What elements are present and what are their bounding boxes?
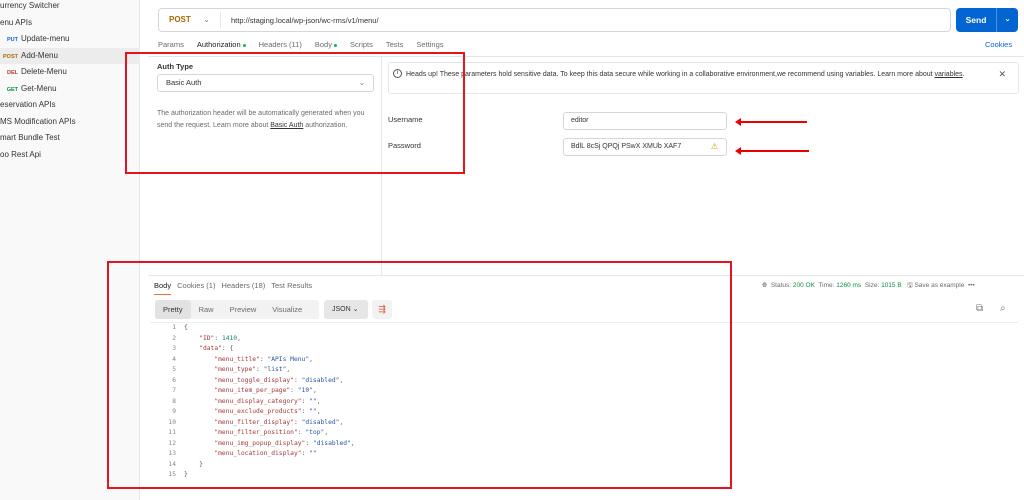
more-icon[interactable]: •••	[968, 282, 975, 289]
tab-label: Authorization	[196, 40, 241, 49]
chevron-down-icon: ⌄	[203, 15, 210, 24]
sidebar-item[interactable]: MS Modification APIs	[0, 114, 140, 130]
save-icon: 🖫	[907, 282, 913, 289]
sidebar-item-label: eservation APIs	[0, 100, 56, 109]
alert-text: Heads up! These parameters hold sensitiv…	[406, 71, 935, 78]
time-label: Time:	[818, 282, 835, 289]
request-url-bar: POST ⌄ http://staging.local/wp-json/wc-rm…	[158, 8, 951, 32]
close-icon[interactable]: ✕	[998, 69, 1006, 80]
tab-label: Headers (11)	[258, 40, 302, 49]
sidebar-item-label: Add-Menu	[21, 50, 58, 60]
tab-label: Body	[314, 40, 332, 49]
size-label: Size:	[864, 282, 880, 289]
method-badge: PUT	[7, 37, 18, 43]
method-badge: GET	[6, 86, 18, 93]
cookies-link[interactable]: Cookies	[985, 40, 1012, 49]
sidebar-item-label: urrency Switcher	[0, 1, 60, 10]
globe-icon: 🌐︎	[762, 282, 768, 289]
sidebar-item[interactable]: eservation APIs	[0, 97, 140, 113]
url-input[interactable]: http://staging.local/wp-json/wc-rms/v1/m…	[221, 16, 379, 25]
password-value: BdlL 8cSj QPQj PSwX XMUb XAF7	[571, 143, 682, 150]
tab-label: Tests	[385, 40, 404, 49]
sensitive-data-alert: i Heads up! These parameters hold sensit…	[388, 62, 1019, 94]
sidebar-item-label: MS Modification APIs	[0, 116, 76, 126]
status-label: Status:	[770, 282, 792, 289]
search-icon[interactable]: ⌕	[1000, 303, 1006, 314]
sidebar-item-label: oo Rest Api	[0, 149, 41, 159]
username-value: editor	[571, 117, 589, 124]
annotation-box	[125, 52, 465, 174]
sidebar-item-label: mart Bundle Test	[0, 133, 60, 142]
response-status: 🌐︎ Status: 200 OK Time: 1260 ms Size: 10…	[762, 281, 975, 292]
username-input[interactable]: editor	[563, 112, 727, 130]
tab-label: Params	[158, 40, 184, 49]
sidebar-item[interactable]: mart Bundle Test	[0, 130, 140, 146]
warning-icon: ⚠	[710, 142, 718, 151]
copy-icon[interactable]: ⧉	[976, 303, 983, 314]
password-input[interactable]: BdlL 8cSj QPQj PSwX XMUb XAF7 ⚠	[563, 138, 727, 156]
sidebar-item[interactable]: GET Get-Menu	[0, 81, 140, 97]
method-badge: POST	[3, 53, 18, 60]
size-value: 1015 B	[881, 282, 902, 289]
sidebar-item-label: Get-Menu	[21, 83, 57, 93]
method-label: POST	[169, 15, 191, 24]
variables-link[interactable]: variables	[935, 71, 963, 78]
alert-text-end: .	[962, 71, 965, 78]
sidebar-item-label: Update-menu	[21, 34, 70, 43]
sidebar-item-label: Delete-Menu	[21, 67, 67, 76]
sidebar-item[interactable]: urrency Switcher	[0, 0, 140, 14]
chevron-down-icon[interactable]: ⌄	[996, 8, 1018, 32]
sidebar-item[interactable]: enu APIs	[0, 15, 140, 31]
sidebar-item[interactable]: oo Rest Api	[0, 147, 140, 163]
status-value: 200 OK	[792, 282, 815, 289]
sidebar-item-label: enu APIs	[0, 17, 33, 27]
sidebar-item[interactable]: POST Add-Menu	[0, 47, 140, 64]
save-as-example-button[interactable]: Save as example	[914, 282, 964, 289]
annotation-arrow	[735, 118, 807, 126]
status-dot-icon	[242, 43, 246, 47]
send-label: Send	[965, 15, 987, 25]
time-value: 1260 ms	[836, 282, 862, 289]
method-badge: DEL	[7, 70, 18, 76]
tab-label: Scripts	[349, 40, 373, 49]
annotation-box	[107, 261, 732, 489]
tab-label: Settings	[416, 40, 444, 49]
sidebar-item[interactable]: DEL Delete-Menu	[0, 64, 140, 80]
status-dot-icon	[333, 43, 337, 47]
method-select[interactable]: POST ⌄	[159, 12, 221, 28]
sidebar-item[interactable]: PUT Update-menu	[0, 31, 140, 47]
annotation-arrow	[735, 147, 809, 155]
send-button[interactable]: Send ⌄	[956, 8, 1018, 32]
